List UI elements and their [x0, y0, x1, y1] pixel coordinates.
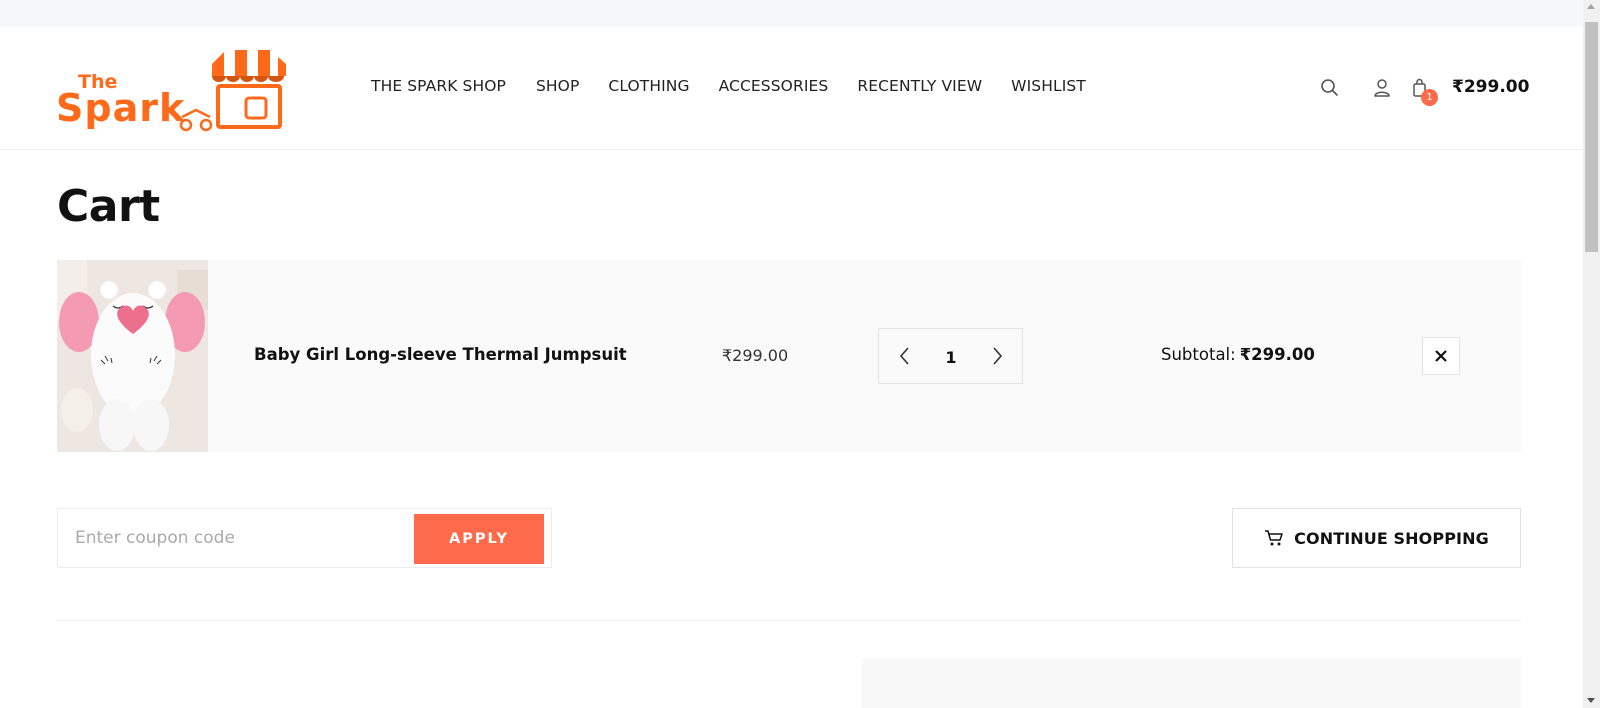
page-title: Cart: [57, 181, 160, 232]
chevron-right-icon: [993, 347, 1003, 365]
product-price: ₹299.00: [722, 346, 789, 365]
user-icon[interactable]: [1371, 77, 1393, 99]
scrollbar-thumb[interactable]: [1585, 22, 1598, 252]
scroll-down-arrow-icon[interactable]: [1587, 698, 1595, 703]
nav-item-wishlist[interactable]: WISHLIST: [1011, 77, 1086, 95]
site-header: The Spark THE SPARK SHOP SHOP CLOTHING A…: [0, 27, 1583, 150]
scroll-up-arrow-icon[interactable]: [1587, 4, 1595, 9]
coupon-form: APPLY: [57, 508, 552, 568]
nav-item-clothing[interactable]: CLOTHING: [608, 77, 689, 95]
cart-icon: [1265, 530, 1283, 546]
chevron-left-icon: [899, 347, 909, 365]
close-icon: [1435, 350, 1447, 362]
product-image[interactable]: [57, 260, 208, 452]
cart-item-row: Baby Girl Long-sleeve Thermal Jumpsuit ₹…: [57, 260, 1521, 452]
quantity-stepper: [878, 328, 1023, 384]
quantity-decrease-button[interactable]: [895, 345, 915, 367]
apply-coupon-button[interactable]: APPLY: [414, 514, 544, 564]
logo-spark-text: Spark: [56, 86, 185, 130]
remove-item-button[interactable]: [1422, 337, 1460, 375]
quantity-increase-button[interactable]: [987, 345, 1007, 367]
main-nav: THE SPARK SHOP SHOP CLOTHING ACCESSORIES…: [371, 77, 1115, 95]
product-name[interactable]: Baby Girl Long-sleeve Thermal Jumpsuit: [254, 345, 627, 364]
subtotal-label: Subtotal:: [1161, 345, 1236, 364]
continue-shopping-label: CONTINUE SHOPPING: [1294, 528, 1489, 548]
page-scrollbar[interactable]: [1583, 0, 1600, 708]
section-divider: [57, 620, 1521, 621]
nav-item-the-spark-shop[interactable]: THE SPARK SHOP: [371, 77, 506, 95]
nav-item-accessories[interactable]: ACCESSORIES: [719, 77, 829, 95]
item-subtotal: Subtotal: ₹299.00: [1161, 345, 1315, 364]
site-logo[interactable]: The Spark: [56, 48, 292, 134]
top-strip: [0, 0, 1583, 27]
header-cart-total[interactable]: ₹299.00: [1452, 77, 1529, 97]
nav-item-recently-view[interactable]: RECENTLY VIEW: [857, 77, 982, 95]
cart-count-badge: 1: [1421, 89, 1438, 106]
subtotal-value: ₹299.00: [1239, 345, 1315, 364]
nav-item-shop[interactable]: SHOP: [536, 77, 579, 95]
search-icon[interactable]: [1319, 77, 1341, 99]
continue-shopping-button[interactable]: CONTINUE SHOPPING: [1232, 508, 1521, 568]
quantity-input[interactable]: [931, 344, 971, 370]
coupon-code-input[interactable]: [58, 509, 413, 567]
cart-totals-panel: [862, 658, 1521, 708]
